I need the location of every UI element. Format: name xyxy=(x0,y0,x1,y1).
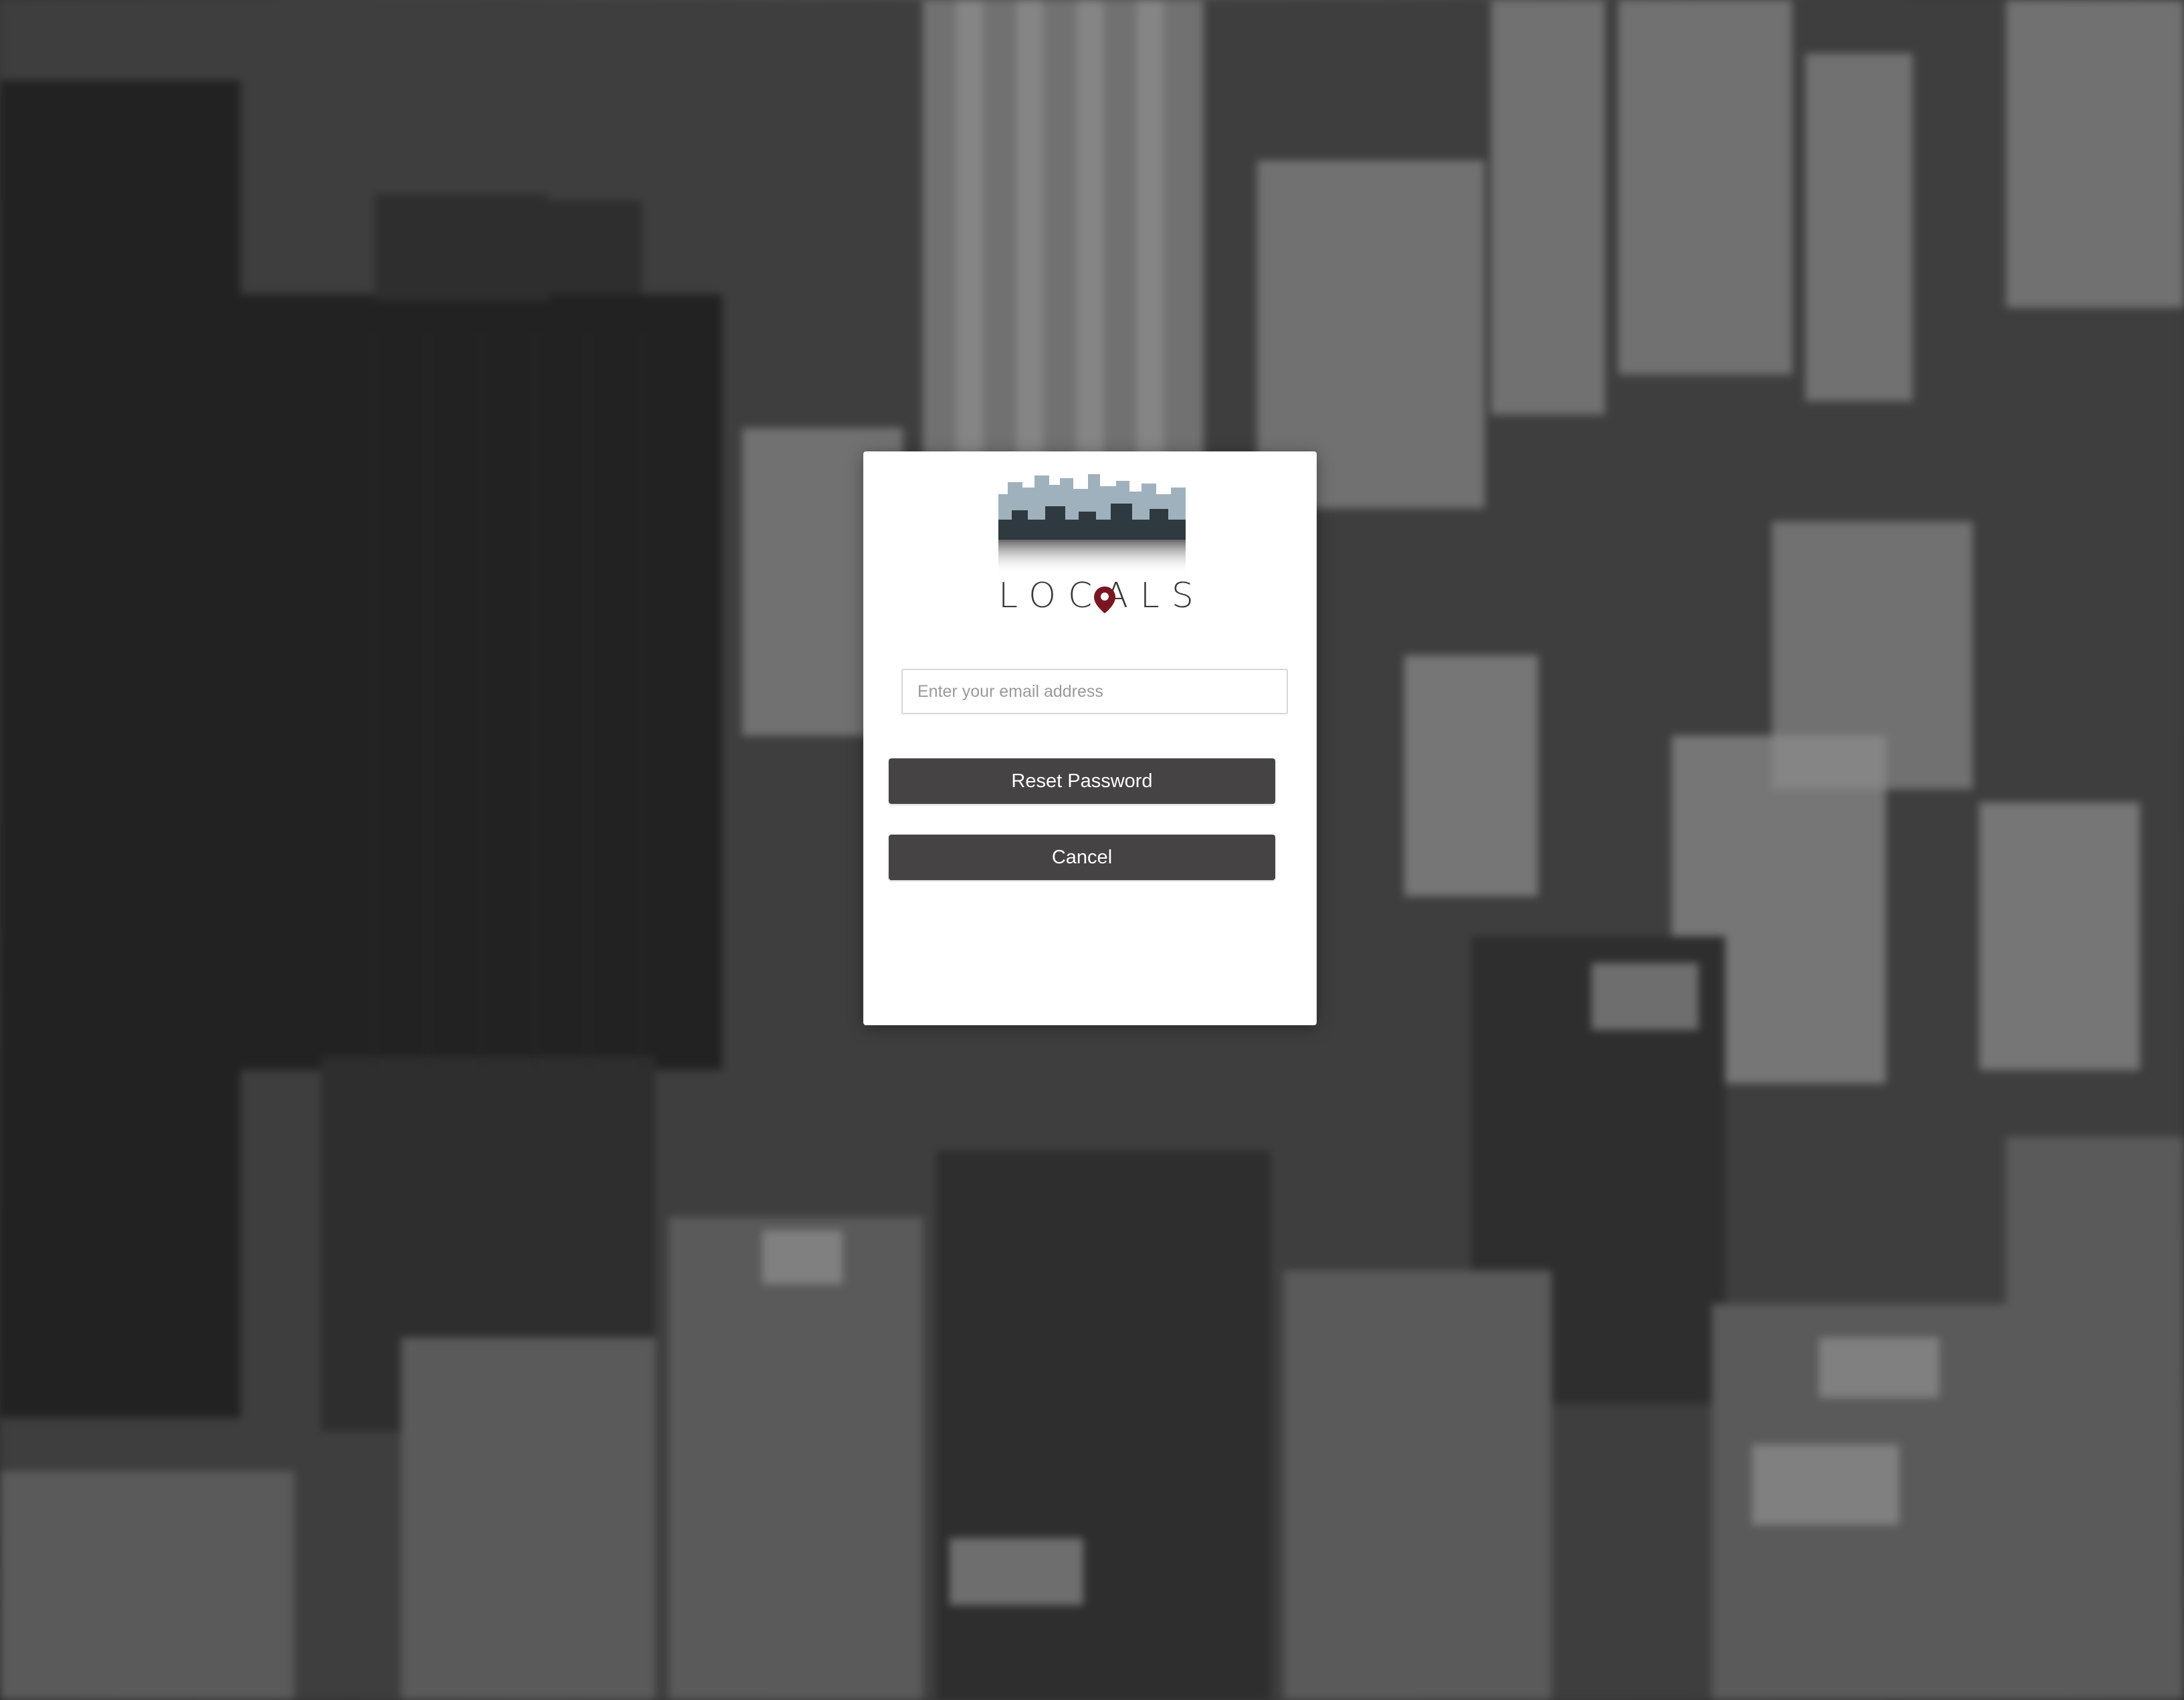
skyline-logo-image xyxy=(998,474,1186,574)
reset-password-button[interactable]: Reset Password xyxy=(889,758,1275,804)
email-input[interactable] xyxy=(901,669,1288,714)
cancel-button[interactable]: Cancel xyxy=(889,835,1275,880)
map-pin-icon xyxy=(1094,587,1115,613)
locals-wordmark: LOCALS xyxy=(998,576,1194,616)
locals-logo: LOCALS xyxy=(998,467,1194,621)
reset-password-card: LOCALS Reset Password Cancel xyxy=(863,451,1317,1025)
